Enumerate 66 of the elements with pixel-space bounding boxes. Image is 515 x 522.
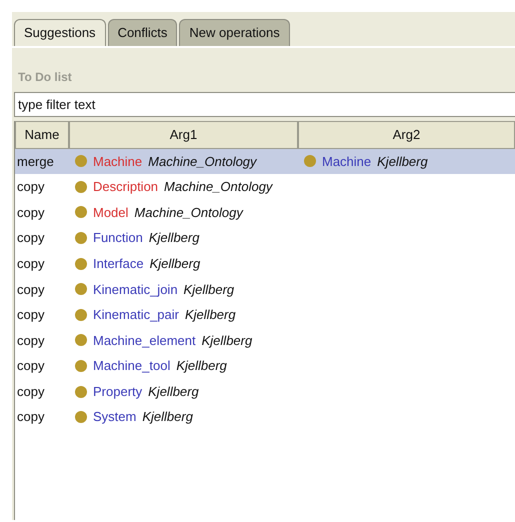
- table-row[interactable]: copy Property Kjellberg: [15, 378, 515, 404]
- tab[interactable]: Conflicts: [108, 19, 178, 46]
- column-header[interactable]: Arg1: [69, 121, 298, 148]
- table-row[interactable]: copy Interface Kjellberg: [15, 250, 515, 276]
- operation-name: copy: [16, 256, 44, 271]
- operation-name: copy: [16, 409, 44, 424]
- table-row[interactable]: copy Model Machine_Ontology: [15, 200, 515, 226]
- ontology-name: Kjellberg: [185, 306, 236, 324]
- term-name: Model: [93, 204, 128, 222]
- ontology-name: Kjellberg: [176, 357, 227, 376]
- section-label: To Do list: [17, 68, 73, 86]
- column-header[interactable]: Arg2: [298, 121, 515, 148]
- ontology-name: Kjellberg: [148, 229, 200, 248]
- term-name: Machine: [93, 152, 142, 171]
- table-row[interactable]: copy System Kjellberg: [15, 404, 515, 430]
- term-name: Machine: [322, 152, 372, 171]
- table-row[interactable]: copy Machine_tool Kjellberg: [15, 353, 515, 379]
- table-row[interactable]: copy Kinematic_pair Kjellberg: [15, 302, 515, 328]
- table-row[interactable]: copy Description Machine_Ontology: [15, 174, 515, 200]
- class-icon: [75, 283, 87, 296]
- ontology-name: Kjellberg: [150, 254, 200, 273]
- ontology-name: Kjellberg: [142, 408, 193, 426]
- term-name: Kinematic_join: [93, 280, 178, 299]
- term-name: Kinematic_pair: [93, 306, 179, 324]
- operation-name: copy: [16, 307, 44, 322]
- ontology-name: Machine_Ontology: [134, 204, 243, 222]
- operation-name: copy: [16, 384, 44, 399]
- class-icon: [75, 334, 87, 346]
- operation-name: copy: [16, 230, 44, 246]
- term-name: Interface: [93, 254, 144, 273]
- ontology-name: Machine_Ontology: [164, 178, 272, 196]
- class-icon: [75, 155, 87, 168]
- term-name: Machine_element: [93, 332, 196, 350]
- term-name: Machine_tool: [93, 357, 170, 376]
- ontology-name: Kjellberg: [377, 152, 428, 171]
- table-row[interactable]: copy Kinematic_join Kjellberg: [15, 276, 515, 302]
- class-icon: [75, 360, 87, 372]
- class-icon: [75, 232, 87, 244]
- tab[interactable]: New operations: [179, 19, 290, 46]
- tab[interactable]: Suggestions: [14, 19, 106, 46]
- class-icon: [75, 206, 87, 218]
- operation-name: copy: [16, 179, 44, 194]
- class-icon: [304, 155, 316, 168]
- term-name: Description: [93, 178, 158, 196]
- ontology-name: Kjellberg: [184, 280, 234, 299]
- operation-name: copy: [16, 204, 44, 220]
- class-icon: [75, 258, 87, 270]
- table-row[interactable]: copy Machine_element Kjellberg: [15, 328, 515, 354]
- table-row[interactable]: copy Function Kjellberg: [15, 225, 515, 251]
- class-icon: [75, 386, 87, 398]
- filter-field[interactable]: type filter text: [14, 92, 515, 117]
- operation-name: merge: [16, 154, 54, 169]
- ontology-name: Machine_Ontology: [148, 152, 257, 171]
- operation-name: copy: [16, 358, 44, 374]
- term-name: Function: [93, 229, 143, 248]
- operation-name: copy: [16, 282, 44, 297]
- ontology-name: Kjellberg: [202, 332, 252, 350]
- term-name: System: [93, 408, 136, 426]
- class-icon: [75, 411, 87, 424]
- operation-name: copy: [16, 332, 44, 348]
- term-name: Property: [93, 382, 142, 401]
- column-header[interactable]: Name: [15, 121, 69, 148]
- class-icon: [75, 308, 87, 321]
- class-icon: [75, 180, 87, 193]
- table-row[interactable]: merge Machine Machine_Ontology Machine Kjellberg: [15, 148, 515, 174]
- ontology-name: Kjellberg: [148, 382, 199, 401]
